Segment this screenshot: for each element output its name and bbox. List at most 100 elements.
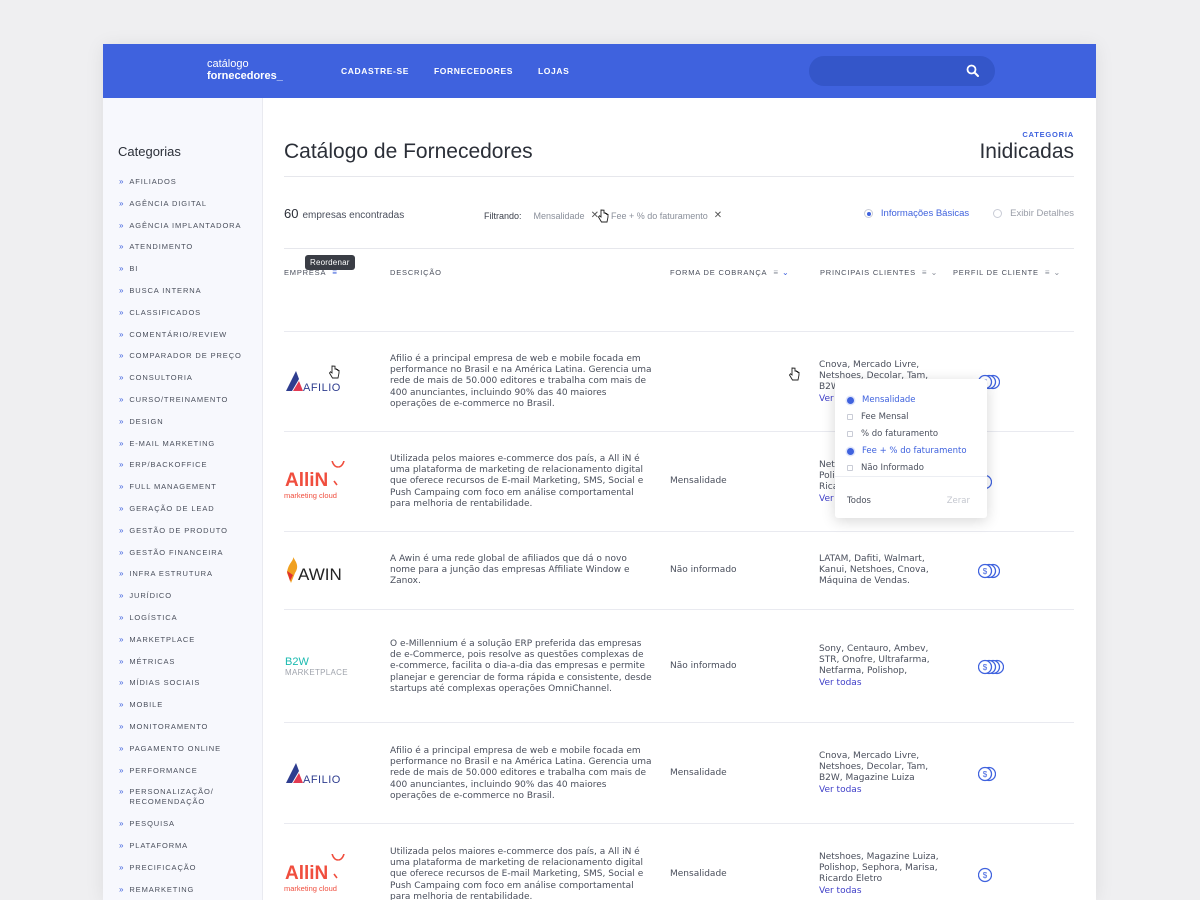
sidebar-item[interactable]: » GERAÇÃO DE LEAD: [119, 501, 242, 523]
table-row[interactable]: AWIN A Awin é uma rede global de afiliado…: [284, 531, 1074, 609]
category-sidebar: Categorias » AFILIADOS » AGÊNCIA DIGITAL » AG…: [103, 98, 263, 900]
search-icon[interactable]: [965, 63, 981, 79]
bullet-icon: »: [119, 438, 125, 448]
sidebar-item[interactable]: » ATENDIMENTO: [119, 239, 242, 261]
sidebar-item-label: PERFORMANCE: [129, 765, 198, 775]
sidebar-item[interactable]: » CONSULTORIA: [119, 370, 242, 392]
option-label: Fee Mensal: [861, 412, 909, 422]
nav-fornecedores[interactable]: FORNECEDORES: [434, 66, 513, 76]
bullet-icon: »: [119, 591, 125, 601]
th-perfil[interactable]: PERFIL DE CLIENTE ≡ ⌄: [953, 268, 1061, 277]
bullet-icon: »: [119, 787, 125, 797]
dropdown-option-percent[interactable]: % do faturamento: [847, 429, 938, 439]
sort-icon[interactable]: ≡: [773, 268, 778, 277]
sidebar-item[interactable]: » PERFORMANCE: [119, 763, 242, 785]
nav-lojas[interactable]: LOJAS: [538, 66, 569, 76]
radio-label: Exibir Detalhes: [1010, 208, 1074, 219]
dropdown-option-fee-percent[interactable]: Fee + % do faturamento: [847, 446, 967, 456]
sidebar-item[interactable]: » MÍDIAS SOCIAIS: [119, 675, 242, 697]
sort-icon[interactable]: ≡: [1045, 268, 1050, 277]
sidebar-item[interactable]: » AGÊNCIA DIGITAL: [119, 196, 242, 218]
bullet-icon: »: [119, 394, 125, 404]
filter-chip-mensalidade[interactable]: Mensalidade ✕: [534, 210, 599, 221]
search-input[interactable]: [809, 56, 995, 86]
dropdown-option-nao-informado[interactable]: Não Informado: [847, 463, 924, 473]
sidebar-item[interactable]: » BUSCA INTERNA: [119, 283, 242, 305]
radio-informacoes-basicas[interactable]: Informações Básicas: [863, 208, 969, 219]
sidebar-item[interactable]: » PLATAFORMA: [119, 838, 242, 860]
sidebar-item[interactable]: » MARKETPLACE: [119, 632, 242, 654]
sidebar-item[interactable]: » PRECIFICAÇÃO: [119, 860, 242, 882]
sidebar-item[interactable]: » PERSONALIZAÇÃO/ RECOMENDAÇÃO: [119, 784, 242, 816]
dropdown-zerar-button[interactable]: Zerar: [947, 496, 970, 506]
coin-stack-icon: $: [977, 867, 993, 888]
company-logo[interactable]: AlliN marketing cloud: [284, 843, 364, 900]
bullet-icon: »: [119, 700, 125, 710]
view-toggle: Informações Básicas Exibir Detalhes: [840, 208, 1074, 219]
company-logo[interactable]: AFILIO: [284, 759, 364, 794]
sidebar-item[interactable]: » AGÊNCIA IMPLANTADORA: [119, 218, 242, 240]
clients-text: Cnova, Mercado Livre, Netshoes, Decolar,…: [819, 751, 929, 784]
sidebar-item[interactable]: » BI: [119, 261, 242, 283]
see-all-link[interactable]: Ver todas: [819, 785, 947, 796]
see-all-link[interactable]: Ver todas: [819, 886, 947, 897]
sidebar-item[interactable]: » PESQUISA: [119, 816, 242, 838]
sidebar-item[interactable]: » INFRA ESTRUTURA: [119, 566, 242, 588]
table-row[interactable]: B2W MARKETPLACE O e-Millennium é a solução…: [284, 609, 1074, 722]
bullet-icon: »: [119, 198, 125, 208]
checked-dot: [847, 396, 854, 404]
sidebar-item[interactable]: » AFILIADOS: [119, 174, 242, 196]
th-empresa[interactable]: EMPRESA ≡ Reordenar: [284, 255, 355, 277]
company-logo[interactable]: AWIN: [284, 555, 364, 592]
sidebar-item-label: CONSULTORIA: [129, 373, 193, 383]
brand-logo[interactable]: catálogo fornecedores_: [207, 58, 283, 82]
dropdown-todos-button[interactable]: Todos: [847, 496, 871, 506]
chevron-down-icon[interactable]: ⌄: [931, 268, 939, 277]
sidebar-item-label: AFILIADOS: [129, 177, 177, 186]
sidebar-item[interactable]: » LOGÍSTICA: [119, 610, 242, 632]
company-logo[interactable]: B2W MARKETPLACE: [284, 654, 364, 685]
sidebar-item[interactable]: » ERP/BACKOFFICE: [119, 457, 242, 479]
sort-icon[interactable]: ≡: [922, 268, 927, 277]
nav-cadastre-se[interactable]: CADASTRE-SE: [341, 66, 409, 76]
sidebar-item[interactable]: » CURSO/TREINAMENTO: [119, 392, 242, 414]
bullet-icon: »: [119, 721, 125, 731]
sidebar-item[interactable]: » COMPARADOR DE PREÇO: [119, 348, 242, 370]
radio-exibir-detalhes[interactable]: Exibir Detalhes: [993, 208, 1074, 219]
close-icon[interactable]: ✕: [714, 210, 722, 221]
dropdown-option-mensalidade[interactable]: Mensalidade: [847, 395, 916, 405]
sidebar-item[interactable]: » COMENTÁRIO/REVIEW: [119, 327, 242, 349]
chevron-down-icon[interactable]: ⌄: [1054, 268, 1062, 277]
sidebar-item[interactable]: » FULL MANAGEMENT: [119, 479, 242, 501]
chevron-down-icon[interactable]: ⌄: [782, 268, 790, 277]
bullet-icon: »: [119, 569, 125, 579]
sidebar-item[interactable]: » JURÍDICO: [119, 588, 242, 610]
company-logo[interactable]: AFILIO: [284, 367, 364, 402]
dropdown-option-fee-mensal[interactable]: Fee Mensal: [847, 412, 909, 422]
category-value: Inidicadas: [979, 140, 1074, 163]
th-forma[interactable]: FORMA DE COBRANÇA ≡ ⌄: [670, 268, 790, 277]
sidebar-item[interactable]: » GESTÃO FINANCEIRA: [119, 545, 242, 567]
sidebar-item[interactable]: » MOBILE: [119, 697, 242, 719]
sidebar-item[interactable]: » GESTÃO DE PRODUTO: [119, 523, 242, 545]
company-logo[interactable]: AlliN marketing cloud: [284, 450, 364, 508]
sidebar-item[interactable]: » CLASSIFICADOS: [119, 305, 242, 327]
filter-chip-fee[interactable]: Fee + % do faturamento ✕: [611, 210, 722, 221]
see-all-link[interactable]: Ver todas: [819, 678, 947, 689]
sidebar-item[interactable]: » REMARKETING: [119, 882, 242, 900]
sidebar-item[interactable]: » MONITORAMENTO: [119, 719, 242, 741]
sidebar-item[interactable]: » MÉTRICAS: [119, 654, 242, 676]
company-description: Afilio é a principal empresa de web e mo…: [390, 746, 652, 801]
table-row[interactable]: AlliN marketing cloud Utilizada pelos maio…: [284, 823, 1074, 900]
sidebar-item[interactable]: » E-MAIL MARKETING: [119, 436, 242, 458]
category-list: » AFILIADOS » AGÊNCIA DIGITAL » AGÊNCIA IMPLA…: [119, 174, 242, 900]
svg-text:AWIN: AWIN: [298, 565, 342, 584]
sidebar-item[interactable]: » PAGAMENTO ONLINE: [119, 741, 242, 763]
th-label: DESCRIÇÃO: [390, 268, 442, 277]
table-row[interactable]: AFILIO Afilio é a principal empresa de we…: [284, 722, 1074, 823]
sidebar-item[interactable]: » DESIGN: [119, 414, 242, 436]
bullet-icon: »: [119, 482, 125, 492]
main-clients: LATAM, Dafiti, Walmart, Kanui, Netshoes,…: [819, 554, 947, 588]
th-clientes[interactable]: PRINCIPAIS CLIENTES ≡ ⌄: [820, 268, 938, 277]
top-navbar: catálogo fornecedores_ CADASTRE-SE FORNE…: [103, 44, 1096, 98]
